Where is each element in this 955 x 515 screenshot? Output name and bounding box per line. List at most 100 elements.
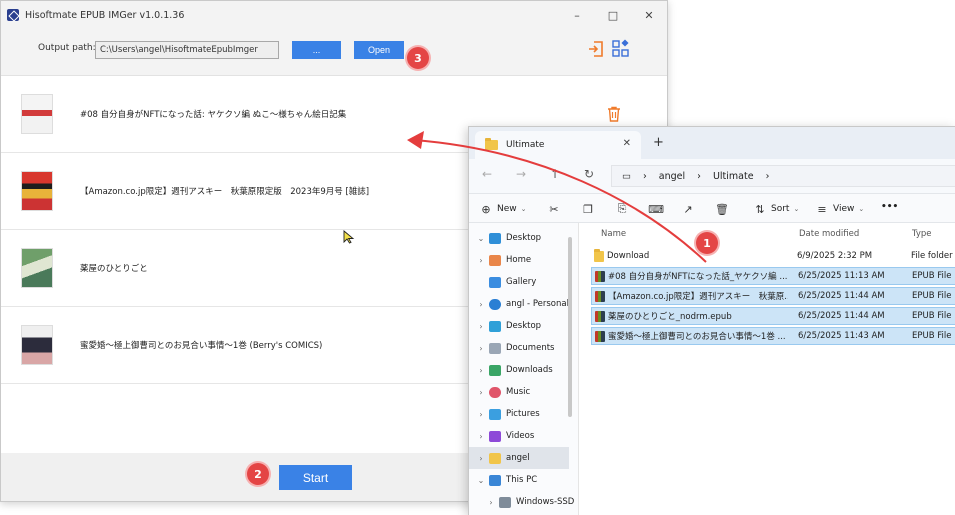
nav-item-documents[interactable]: › Documents <box>469 337 569 359</box>
folder-icon <box>489 452 501 464</box>
monitor-icon: ▭ <box>622 170 631 182</box>
nav-item-desktop[interactable]: ⌄ Desktop <box>469 227 569 249</box>
explorer-body: ⌄ Desktop › Home Gallery › angl - Personal … <box>469 223 955 515</box>
tab-close-icon[interactable]: ✕ <box>623 138 631 149</box>
nav-item-label: Pictures <box>506 409 540 419</box>
mouse-cursor-icon <box>343 230 355 244</box>
nav-item-windows-ssd[interactable]: › Windows-SSD <box>479 491 579 513</box>
nav-item-label: Desktop <box>506 233 542 243</box>
breadcrumb-chevron-icon: › <box>697 170 701 182</box>
chevron-down-icon: ⌄ <box>858 205 865 213</box>
copy-icon[interactable]: ❐ <box>581 202 595 216</box>
column-header-name[interactable]: Name <box>601 229 626 239</box>
share-icon[interactable]: ↗ <box>681 202 695 216</box>
desktop-icon <box>489 232 501 244</box>
chevron-right-icon: › <box>489 497 493 507</box>
folder-icon <box>485 138 498 150</box>
book-cover <box>21 325 53 365</box>
delete-icon[interactable]: 🗑 <box>715 202 729 216</box>
nav-item-label: Music <box>506 387 531 397</box>
minimize-icon[interactable]: – <box>559 1 595 29</box>
file-type: File folder <box>911 251 953 261</box>
nav-item-label: Gallery <box>506 277 537 287</box>
nav-item-home[interactable]: › Home <box>469 249 569 271</box>
nav-item-gallery[interactable]: Gallery <box>469 271 569 293</box>
book-cover <box>21 248 53 288</box>
breadcrumb-angel[interactable]: angel <box>659 171 685 182</box>
exit-icon[interactable] <box>586 39 606 59</box>
chevron-right-icon: › <box>479 431 483 441</box>
nav-item-desktop-2[interactable]: › Desktop <box>469 315 569 337</box>
chevron-right-icon: › <box>479 453 483 463</box>
up-arrow-icon[interactable]: ↑ <box>545 167 565 181</box>
file-row-epub[interactable]: 薬屋のひとりごと_nodrm.epub 6/25/2025 11:44 AM E… <box>591 307 955 325</box>
file-type: EPUB File <box>912 311 952 321</box>
file-row-epub[interactable]: 蜜愛婚～極上御曹司とのお見合い事情～1巻 ... 6/25/2025 11:43… <box>591 327 955 345</box>
new-tab-icon[interactable]: + <box>653 135 664 150</box>
explorer-tabbar: Ultimate ✕ + <box>469 127 955 159</box>
maximize-icon[interactable]: □ <box>595 1 631 29</box>
close-icon[interactable]: ✕ <box>631 1 667 29</box>
view-button[interactable]: ≡ View ⌄ <box>815 202 864 216</box>
cloud-icon <box>489 298 501 310</box>
new-button[interactable]: ⊕ New ⌄ <box>479 202 526 216</box>
apps-grid-icon[interactable] <box>611 39 631 59</box>
back-arrow-icon[interactable]: ← <box>477 167 497 181</box>
new-label: New <box>497 204 517 214</box>
column-header-date[interactable]: Date modified <box>799 229 859 239</box>
chevron-right-icon: › <box>479 255 483 265</box>
book-title: 薬屋のひとりごと <box>80 264 148 274</box>
file-name: Download <box>607 251 650 261</box>
nav-item-videos[interactable]: › Videos <box>469 425 569 447</box>
nav-scrollbar[interactable] <box>568 237 572 417</box>
column-header-type[interactable]: Type <box>912 229 932 239</box>
plus-circle-icon: ⊕ <box>481 202 491 216</box>
nav-item-this-pc[interactable]: ⌄ This PC <box>469 469 569 491</box>
trash-icon[interactable] <box>607 106 621 122</box>
explorer-navbar: ← → ↑ ↻ ▭ › angel › Ultimate › <box>469 159 955 193</box>
nav-item-pictures[interactable]: › Pictures <box>469 403 569 425</box>
output-path-input[interactable] <box>95 41 279 59</box>
file-type: EPUB File <box>912 331 952 341</box>
chevron-down-icon: ⌄ <box>477 233 485 243</box>
nav-item-label: angl - Personal <box>506 299 569 309</box>
file-row-epub[interactable]: #08 自分自身がNFTになった話_ヤケクソ編 ... 6/25/2025 11… <box>591 267 955 285</box>
refresh-icon[interactable]: ↻ <box>579 167 599 181</box>
nav-item-music[interactable]: › Music <box>469 381 569 403</box>
chevron-right-icon: › <box>479 343 483 353</box>
open-button[interactable]: Open <box>354 41 404 59</box>
paste-icon[interactable]: ⎘ <box>615 202 629 216</box>
book-cover <box>21 171 53 211</box>
desktop-icon <box>489 320 501 332</box>
pictures-icon <box>489 408 501 420</box>
drive-icon <box>499 496 511 508</box>
view-icon: ≡ <box>817 202 827 216</box>
file-date: 6/25/2025 11:13 AM <box>798 271 885 281</box>
tab-ultimate[interactable]: Ultimate ✕ <box>475 131 641 159</box>
breadcrumb-ultimate[interactable]: Ultimate <box>713 171 754 182</box>
book-title: 【Amazon.co.jp限定】週刊アスキー 秋葉原限定版 2023年9月号 [… <box>80 187 370 197</box>
file-row-epub[interactable]: 【Amazon.co.jp限定】週刊アスキー 秋葉原... 6/25/2025 … <box>591 287 955 305</box>
more-options-icon[interactable]: ••• <box>881 202 898 212</box>
forward-arrow-icon[interactable]: → <box>511 167 531 181</box>
file-row-folder[interactable]: Download 6/9/2025 2:32 PM File folder <box>591 247 955 265</box>
app-title: Hisoftmate EPUB IMGer v1.0.1.36 <box>25 9 185 21</box>
start-button[interactable]: Start <box>279 465 352 490</box>
browse-button[interactable]: ... <box>292 41 341 59</box>
output-toolbar: Output path: ... Open <box>1 29 667 75</box>
breadcrumb-chevron-icon: › <box>765 170 770 182</box>
cut-icon[interactable]: ✂ <box>547 202 561 216</box>
address-bar[interactable]: ▭ › angel › Ultimate › <box>611 165 955 187</box>
view-label: View <box>833 204 855 214</box>
app-logo-icon <box>7 9 19 21</box>
nav-item-onedrive[interactable]: › angl - Personal <box>469 293 569 315</box>
home-icon <box>489 254 501 266</box>
sort-button[interactable]: ⇅ Sort ⌄ <box>753 202 799 216</box>
nav-item-downloads[interactable]: › Downloads <box>469 359 569 381</box>
file-name: #08 自分自身がNFTになった話_ヤケクソ編 ... <box>608 272 788 282</box>
tab-title: Ultimate <box>506 140 545 150</box>
book-cover <box>21 94 53 134</box>
nav-item-angel[interactable]: › angel <box>469 447 569 469</box>
rename-icon[interactable]: ⌨ <box>648 202 664 216</box>
file-date: 6/25/2025 11:44 AM <box>798 311 885 321</box>
